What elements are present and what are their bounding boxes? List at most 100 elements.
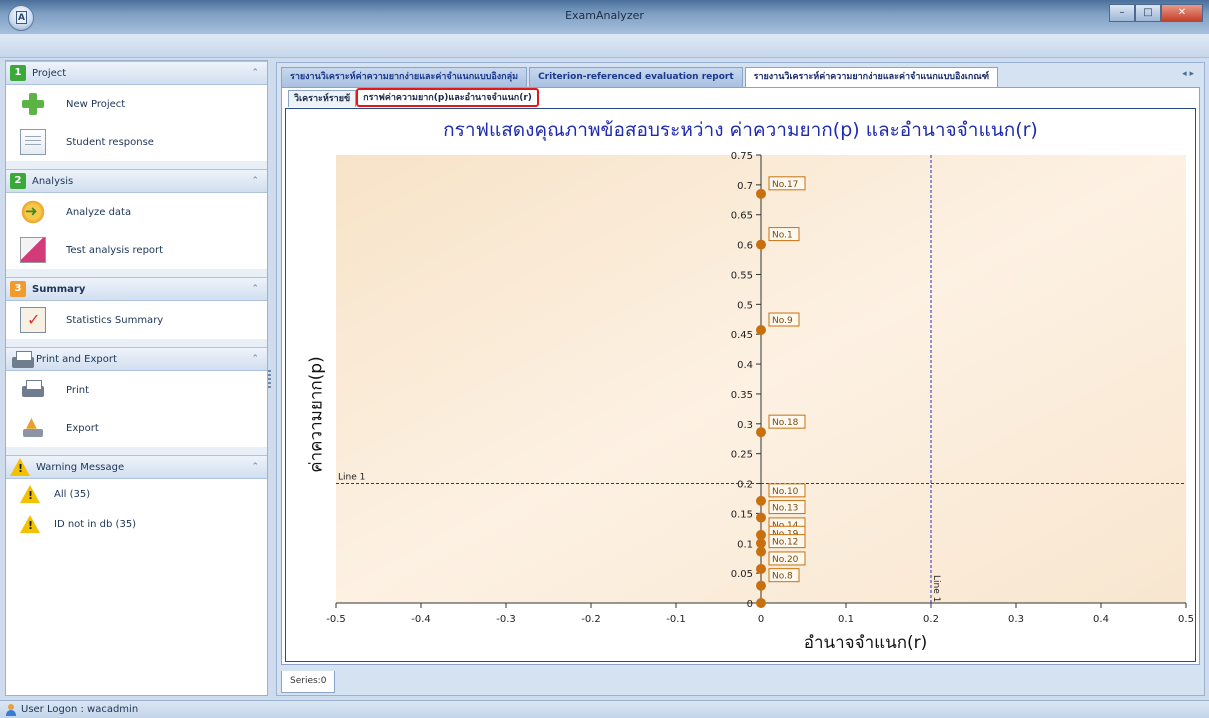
y-tick-label: 0.2 xyxy=(737,480,753,491)
section-number-badge: 1 xyxy=(10,65,26,81)
y-tick-label: 0.3 xyxy=(737,420,753,431)
section-project-header[interactable]: 1 Project ⌃ xyxy=(6,61,267,85)
collapse-chevron-icon[interactable]: ⌃ xyxy=(251,462,259,472)
report-panel: วิเคราะห์รายข้ กราฟค่าความยาก(p)และอำนาจ… xyxy=(281,87,1200,665)
nav-item-warning-id-not-in-db[interactable]: ID not in db (35) xyxy=(6,509,267,539)
section-summary-header[interactable]: 3 Summary ⌃ xyxy=(6,277,267,301)
series-tab[interactable]: Series:0 xyxy=(281,671,336,693)
data-point xyxy=(756,427,766,438)
y-tick-label: 0.5 xyxy=(737,300,753,311)
collapse-chevron-icon[interactable]: ⌃ xyxy=(251,176,259,186)
data-point xyxy=(756,563,766,574)
collapse-chevron-icon[interactable]: ⌃ xyxy=(251,354,259,364)
collapse-chevron-icon[interactable]: ⌃ xyxy=(251,284,259,294)
status-bar: User Logon : wacadmin xyxy=(0,700,1209,718)
nav-item-warning-all[interactable]: All (35) xyxy=(6,479,267,509)
data-label: No.10 xyxy=(772,487,799,497)
warning-icon xyxy=(20,515,40,533)
data-label: No.12 xyxy=(772,538,798,548)
export-icon xyxy=(20,415,46,441)
section-title: Summary xyxy=(32,283,86,295)
y-tick-label: 0.45 xyxy=(731,330,753,341)
chart-container: กราฟแสดงคุณภาพข้อสอบระหว่าง ค่าความยาก(p… xyxy=(285,108,1196,662)
user-logon-text: User Logon : wacadmin xyxy=(21,704,139,715)
data-label: No.1 xyxy=(772,231,793,241)
y-tick-label: 0.1 xyxy=(737,539,753,550)
data-label: No.13 xyxy=(772,504,798,514)
navigation-pane: 1 Project ⌃ New Project Student response… xyxy=(5,60,268,696)
x-tick-label: 0.5 xyxy=(1178,614,1194,625)
y-tick-label: 0.65 xyxy=(731,211,753,222)
data-point xyxy=(756,495,766,506)
scatter-plot: -0.5 -0.4 -0.3 -0.2 -0.1 0 0.1 0.2 0.3 0.4 0.5 0 0.0… xyxy=(326,151,1194,625)
section-title: Warning Message xyxy=(36,461,125,473)
warning-icon xyxy=(10,458,30,476)
data-label: No.20 xyxy=(772,555,799,565)
tab-norm-referenced-report[interactable]: รายงานวิเคราะห์ค่าความยากง่ายและค่าจำแนก… xyxy=(281,67,528,87)
section-print-export-header[interactable]: Print and Export ⌃ xyxy=(6,347,267,371)
nav-item-export[interactable]: Export xyxy=(6,409,267,447)
data-point xyxy=(756,239,766,250)
nav-item-test-analysis-report[interactable]: Test analysis report xyxy=(6,231,267,269)
y-tick-label: 0.55 xyxy=(731,270,753,281)
y-tick-label: 0.15 xyxy=(731,509,753,520)
window-title: ExamAnalyzer xyxy=(565,9,644,22)
panel-splitter[interactable] xyxy=(268,370,271,390)
section-analysis-header[interactable]: 2 Analysis ⌃ xyxy=(6,169,267,193)
x-axis-title: อำนาจจำแนก(r) xyxy=(803,633,928,653)
nav-item-label: Print xyxy=(66,384,90,396)
nav-item-student-response[interactable]: Student response xyxy=(6,123,267,161)
x-tick-label: 0.1 xyxy=(838,614,854,625)
section-number-badge: 3 xyxy=(10,281,26,297)
user-icon xyxy=(5,703,17,716)
data-point xyxy=(756,598,766,608)
report-tabs: รายงานวิเคราะห์ค่าความยากง่ายและค่าจำแนก… xyxy=(281,67,1000,89)
x-tick-label: -0.4 xyxy=(411,614,431,625)
printer-icon xyxy=(10,348,34,370)
y-tick-label: 0.6 xyxy=(737,241,753,252)
nav-item-label: ID not in db (35) xyxy=(54,518,137,530)
x-tick-label: -0.1 xyxy=(666,614,686,625)
y-tick-label: 0.7 xyxy=(737,181,753,192)
y-tick-label: 0.05 xyxy=(731,569,753,580)
data-point xyxy=(756,325,766,336)
data-label: No.8 xyxy=(772,572,793,582)
data-point xyxy=(756,546,766,557)
report-icon xyxy=(20,237,46,263)
data-label: No.9 xyxy=(772,316,793,326)
collapse-chevron-icon[interactable]: ⌃ xyxy=(251,68,259,78)
ribbon-bar xyxy=(0,34,1209,58)
section-title: Analysis xyxy=(32,175,74,187)
y-tick-label: 0.35 xyxy=(731,390,753,401)
nav-item-new-project[interactable]: New Project xyxy=(6,85,267,123)
y-tick-label: 0 xyxy=(747,599,753,610)
nav-item-label: New Project xyxy=(66,98,126,110)
nav-item-analyze-data[interactable]: Analyze data xyxy=(6,193,267,231)
nav-item-print[interactable]: Print xyxy=(6,371,267,409)
x-tick-label: 0.3 xyxy=(1008,614,1024,625)
y-tick-label: 0.25 xyxy=(731,450,753,461)
new-project-icon xyxy=(20,91,46,117)
maximize-button[interactable]: □ xyxy=(1135,4,1161,22)
analyze-icon xyxy=(20,199,46,225)
tab-criterion-difficulty-report[interactable]: รายงานวิเคราะห์ค่าความยากง่ายและค่าจำแนก… xyxy=(744,67,999,89)
section-warning-header[interactable]: Warning Message ⌃ xyxy=(6,455,267,479)
main-panel: รายงานวิเคราะห์ค่าความยากง่ายและค่าจำแนก… xyxy=(276,62,1205,696)
x-tick-label: 0 xyxy=(758,614,764,625)
x-tick-label: -0.3 xyxy=(496,614,516,625)
subtab-item-analysis[interactable]: วิเคราะห์รายข้ xyxy=(288,90,357,107)
nav-item-statistics-summary[interactable]: Statistics Summary xyxy=(6,301,267,339)
printer-icon xyxy=(20,377,46,403)
data-point xyxy=(756,580,766,591)
tab-scroll-arrows-icon[interactable]: ◂ ▸ xyxy=(1182,69,1194,79)
x-tick-label: -0.5 xyxy=(326,614,346,625)
reference-line-label: Line 1 xyxy=(338,473,365,483)
close-button[interactable]: ✕ xyxy=(1161,4,1203,22)
title-bar: A ExamAnalyzer – □ ✕ xyxy=(0,0,1209,34)
subtab-difficulty-discrimination-graph[interactable]: กราฟค่าความยาก(p)และอำนาจจำแนก(r) xyxy=(356,88,539,107)
x-tick-label: 0.4 xyxy=(1093,614,1109,625)
document-icon xyxy=(20,129,46,155)
minimize-button[interactable]: – xyxy=(1109,4,1135,22)
tab-criterion-referenced-report[interactable]: Criterion-referenced evaluation report xyxy=(529,67,743,87)
data-point xyxy=(756,188,766,199)
